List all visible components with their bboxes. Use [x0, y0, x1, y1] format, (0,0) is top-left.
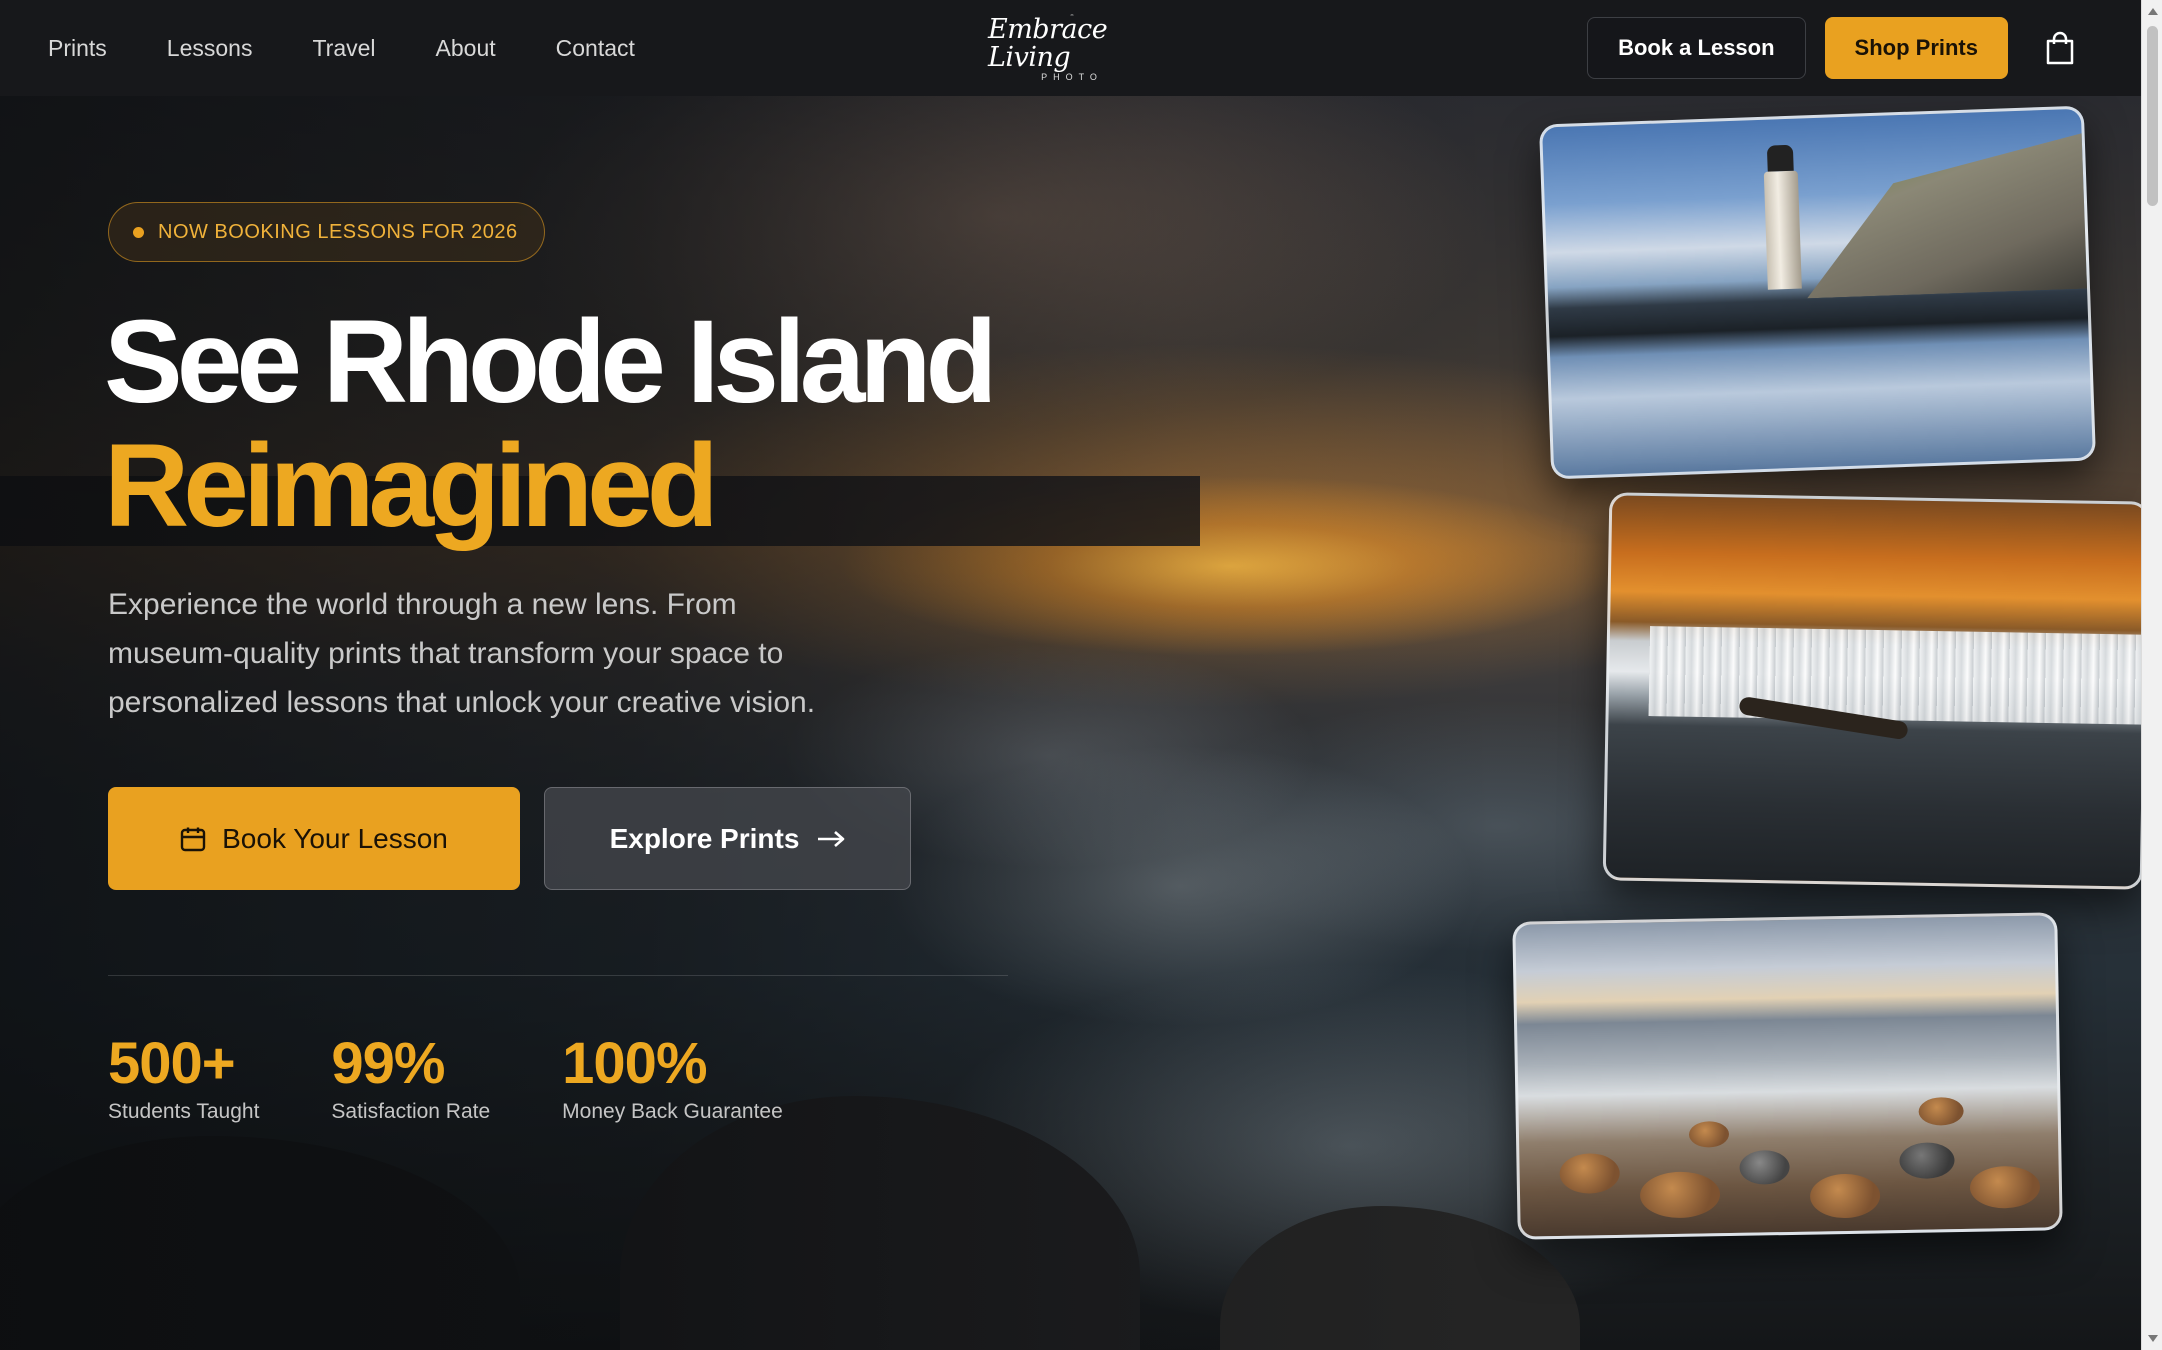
booking-badge: NOW BOOKING LESSONS FOR 2026	[108, 202, 545, 262]
nav-link-lessons[interactable]: Lessons	[167, 35, 253, 62]
hero-headline: See Rhode Island Reimagined	[104, 296, 998, 552]
nav-link-prints[interactable]: Prints	[48, 35, 107, 62]
site-logo[interactable]: Embrace Living PHOTO	[988, 14, 1156, 82]
arrow-right-icon	[818, 830, 845, 847]
badge-text: NOW BOOKING LESSONS FOR 2026	[158, 220, 518, 243]
hero-cta-group: Book Your Lesson Explore Prints	[108, 787, 911, 890]
shopping-bag-icon[interactable]	[2037, 25, 2083, 71]
headline-line-2: Reimagined	[104, 420, 719, 552]
stats-row: 500+ Students Taught 99% Satisfaction Ra…	[108, 1032, 855, 1124]
page-scrollbar[interactable]	[2141, 0, 2162, 1350]
nav-links: Prints Lessons Travel About Contact	[48, 35, 695, 62]
nav-actions: Book a Lesson Shop Prints	[1587, 17, 2083, 79]
stat-value: 99%	[331, 1031, 445, 1096]
camera-icon	[1070, 14, 1074, 16]
stat-label: Money Back Guarantee	[562, 1100, 783, 1123]
stat-label: Satisfaction Rate	[331, 1100, 491, 1123]
explore-prints-label: Explore Prints	[609, 822, 800, 854]
shop-prints-button[interactable]: Shop Prints	[1824, 17, 2008, 79]
nav-link-travel[interactable]: Travel	[312, 35, 375, 62]
hero-description: Experience the world through a new lens.…	[108, 588, 816, 719]
stat-guarantee: 100% Money Back Guarantee	[562, 1032, 783, 1124]
logo-subtitle: PHOTO	[1041, 72, 1103, 82]
calendar-icon	[180, 827, 206, 851]
book-your-lesson-label: Book Your Lesson	[222, 822, 448, 854]
photo-card-waterfall[interactable]	[1602, 492, 2150, 890]
book-lesson-button[interactable]: Book a Lesson	[1587, 17, 1806, 79]
scroll-down-icon[interactable]	[2148, 1335, 2158, 1342]
logo-wordmark: Embrace Living	[988, 14, 1108, 73]
stat-label: Students Taught	[108, 1100, 260, 1123]
scrollbar-thumb[interactable]	[2147, 26, 2158, 206]
waterfall-image	[1648, 626, 2150, 725]
lighthouse-image	[1763, 170, 1802, 290]
stat-value: 500+	[108, 1031, 236, 1096]
explore-prints-button[interactable]: Explore Prints	[544, 787, 911, 890]
stats-divider	[108, 975, 1008, 976]
stat-value: 100%	[562, 1031, 707, 1096]
stat-satisfaction: 99% Satisfaction Rate	[331, 1032, 490, 1124]
nav-link-about[interactable]: About	[436, 35, 496, 62]
status-dot-icon	[133, 226, 144, 238]
top-navbar: Prints Lessons Travel About Contact Embr…	[0, 0, 2141, 96]
book-your-lesson-button[interactable]: Book Your Lesson	[108, 787, 520, 890]
scroll-up-icon[interactable]	[2148, 8, 2158, 15]
stat-students: 500+ Students Taught	[108, 1032, 259, 1124]
nav-link-contact[interactable]: Contact	[556, 35, 635, 62]
photo-card-shoreline[interactable]	[1512, 912, 2063, 1240]
photo-card-lighthouse[interactable]	[1538, 105, 2097, 480]
headline-line-1: See Rhode Island	[104, 296, 998, 428]
